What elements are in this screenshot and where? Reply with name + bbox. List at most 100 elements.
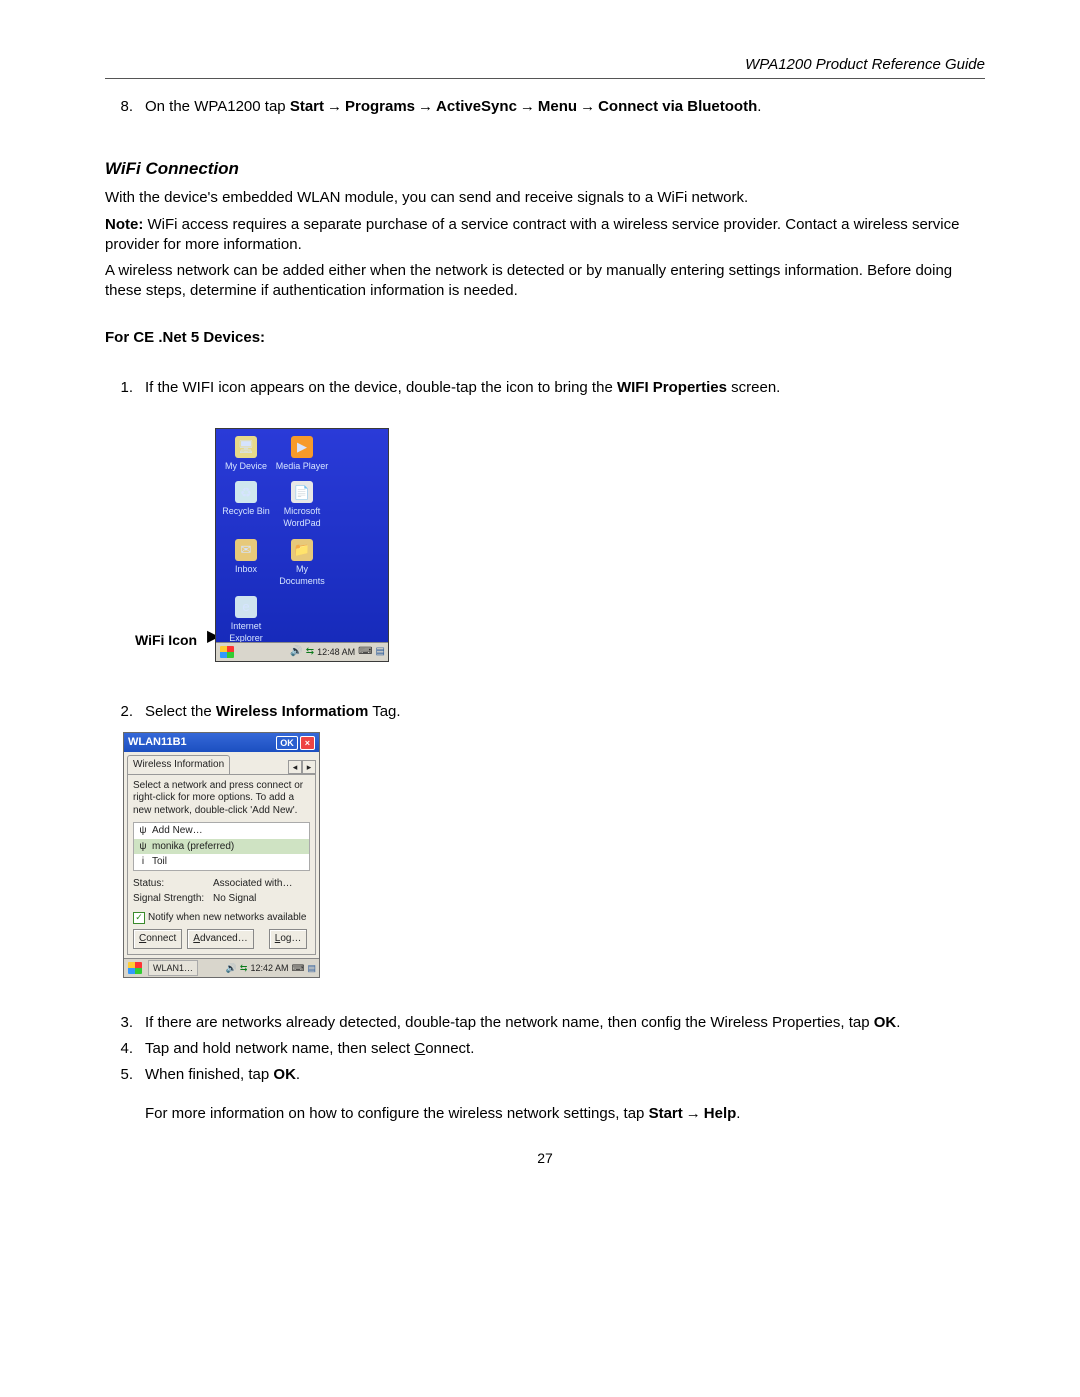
text: On the WPA1200 tap xyxy=(145,98,290,115)
bold: ActiveSync xyxy=(436,98,517,115)
text: When finished, tap xyxy=(145,1066,273,1083)
arrow-icon: → xyxy=(577,98,598,115)
text: . xyxy=(736,1105,740,1122)
text: . xyxy=(896,1014,900,1031)
advanced-button[interactable]: Advanced… xyxy=(187,929,253,949)
app-icon: 📄 xyxy=(291,481,313,503)
title-bar[interactable]: WLAN11B1 OK × xyxy=(124,733,319,752)
start-button-icon[interactable] xyxy=(220,646,234,658)
wifi-icon[interactable]: ⇆ xyxy=(240,962,248,974)
bold: Connect via Bluetooth xyxy=(598,98,757,115)
text: Tag. xyxy=(368,703,400,720)
arrow-icon: → xyxy=(324,98,345,115)
tab-scroll[interactable]: ◂▸ xyxy=(288,760,316,774)
app-icon: e xyxy=(235,596,257,618)
sub-heading: For CE .Net 5 Devices: xyxy=(105,328,985,348)
icon-label: Media Player xyxy=(274,460,330,472)
notify-checkbox-row[interactable]: ✓ Notify when new networks available xyxy=(133,911,310,925)
desktop-icon[interactable]: 📄Microsoft WordPad xyxy=(274,478,330,535)
network-item[interactable]: i Toil xyxy=(134,854,309,870)
tray-icon[interactable]: ▤ xyxy=(376,645,385,659)
system-tray[interactable]: 🔊 ⇆ 12:42 AM ⌨ ▤ xyxy=(226,962,319,974)
system-tray[interactable]: 🔊 ⇆ 12:48 AM ⌨ ▤ xyxy=(290,645,388,659)
note-body: WiFi access requires a separate purchase… xyxy=(105,216,959,253)
clock[interactable]: 12:42 AM xyxy=(250,962,288,974)
volume-icon[interactable]: 🔊 xyxy=(226,962,237,974)
status-label: Status: xyxy=(133,877,213,891)
icon-label: My Documents xyxy=(274,563,330,587)
connect-button[interactable]: Connect xyxy=(133,929,182,949)
footer-line: For more information on how to configure… xyxy=(105,1104,985,1124)
desktop-icon[interactable]: 📁My Documents xyxy=(274,536,330,593)
log-button[interactable]: Log… xyxy=(269,929,308,949)
step-8: 8. On the WPA1200 tap Start→Programs→Act… xyxy=(105,97,985,117)
note-paragraph: Note: WiFi access requires a separate pu… xyxy=(105,215,985,256)
step-4: 4. Tap and hold network name, then selec… xyxy=(105,1039,985,1059)
section-heading: WiFi Connection xyxy=(105,158,985,181)
step-2: 2. Select the Wireless Informatiom Tag. xyxy=(105,702,985,722)
start-button-icon[interactable] xyxy=(128,962,142,974)
step-body: If there are networks already detected, … xyxy=(145,1013,985,1033)
wlan-window: WLAN11B1 OK × Wireless Information ◂▸ Se… xyxy=(123,732,320,977)
step-body: Select the Wireless Informatiom Tag. xyxy=(145,702,985,722)
text: If the WIFI icon appears on the device, … xyxy=(145,379,617,396)
note-label: Note: xyxy=(105,216,143,233)
page-number: 27 xyxy=(105,1149,985,1168)
desktop-icon[interactable]: ♻Recycle Bin xyxy=(218,478,274,535)
text: Select the xyxy=(145,703,216,720)
tray-icon[interactable]: ▤ xyxy=(307,962,316,974)
sip-icon[interactable]: ⌨ xyxy=(358,645,372,659)
ok-button[interactable]: OK xyxy=(276,736,298,750)
network-item[interactable]: ψmonika (preferred) xyxy=(134,839,309,855)
paragraph: A wireless network can be added either w… xyxy=(105,261,985,302)
step-body: Tap and hold network name, then select C… xyxy=(145,1039,985,1059)
figure-desktop: WiFi Icon ▶ 🖥My Device▶Media Player♻Recy… xyxy=(215,428,985,662)
notify-label: Notify when new networks available xyxy=(148,911,306,925)
bold: Wireless Informatiom xyxy=(216,703,368,720)
text: onnect. xyxy=(425,1040,474,1057)
instructions: Select a network and press connect or ri… xyxy=(133,780,310,818)
taskbar-app[interactable]: WLAN1… xyxy=(148,960,198,976)
tab-row: Wireless Information ◂▸ xyxy=(124,752,319,774)
taskbar[interactable]: 🔊 ⇆ 12:48 AM ⌨ ▤ xyxy=(216,642,388,661)
arrow-icon: → xyxy=(415,98,436,115)
network-label: Add New… xyxy=(152,824,203,838)
network-label: Toil xyxy=(152,855,167,869)
app-icon: ♻ xyxy=(235,481,257,503)
text: . xyxy=(296,1066,300,1083)
desktop-icon[interactable]: ✉Inbox xyxy=(218,536,274,593)
step-number: 8. xyxy=(105,97,145,117)
wifi-icon[interactable]: ⇆ xyxy=(306,645,314,659)
page-header: WPA1200 Product Reference Guide xyxy=(105,55,985,79)
step-number: 1. xyxy=(105,378,145,398)
step-number: 5. xyxy=(105,1065,145,1085)
icon-label: Microsoft WordPad xyxy=(274,505,330,529)
bold: Start xyxy=(649,1105,683,1122)
clock[interactable]: 12:48 AM xyxy=(317,646,355,658)
sip-icon[interactable]: ⌨ xyxy=(291,962,304,974)
ce-desktop: 🖥My Device▶Media Player♻Recycle Bin📄Micr… xyxy=(215,428,389,662)
checkbox-icon[interactable]: ✓ xyxy=(133,912,145,924)
button-row: Connect Advanced… Log… xyxy=(133,929,310,949)
tab-wireless-information[interactable]: Wireless Information xyxy=(127,755,230,774)
close-button[interactable]: × xyxy=(300,736,315,750)
footer-body: For more information on how to configure… xyxy=(145,1104,985,1124)
network-list[interactable]: ψAdd New…ψmonika (preferred)i Toil xyxy=(133,822,310,871)
icon-label: Internet Explorer xyxy=(218,620,274,644)
taskbar[interactable]: WLAN1… 🔊 ⇆ 12:42 AM ⌨ ▤ xyxy=(124,958,319,977)
desktop-icon[interactable]: 🖥My Device xyxy=(218,433,274,478)
header-title: WPA1200 Product Reference Guide xyxy=(745,56,985,73)
step-body: On the WPA1200 tap Start→Programs→Active… xyxy=(145,97,985,117)
step-number: 4. xyxy=(105,1039,145,1059)
text: If there are networks already detected, … xyxy=(145,1014,874,1031)
text: . xyxy=(757,98,761,115)
network-icon: i xyxy=(138,855,148,869)
network-item[interactable]: ψAdd New… xyxy=(134,823,309,839)
step-body: When finished, tap OK. xyxy=(145,1065,985,1085)
step-5: 5. When finished, tap OK. xyxy=(105,1065,985,1085)
volume-icon[interactable]: 🔊 xyxy=(290,645,302,659)
tab-panel: Select a network and press connect or ri… xyxy=(127,774,316,955)
desktop-icon[interactable]: ▶Media Player xyxy=(274,433,330,478)
arrow-icon: → xyxy=(517,98,538,115)
paragraph: With the device's embedded WLAN module, … xyxy=(105,188,985,208)
